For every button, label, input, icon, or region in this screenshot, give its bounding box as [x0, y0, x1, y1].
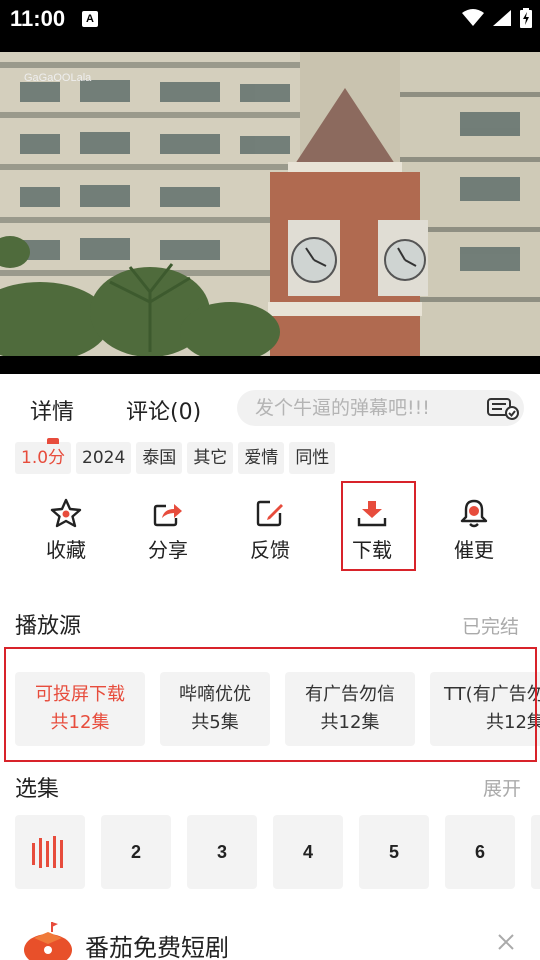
ad-banner[interactable]: 番茄免费短剧: [0, 910, 540, 960]
feedback-button[interactable]: 反馈: [230, 490, 310, 570]
share-label: 分享: [148, 538, 188, 562]
danmu-input[interactable]: [255, 396, 475, 420]
sources-title: 播放源: [15, 614, 82, 639]
video-bottom-bar: [0, 356, 540, 374]
notification-badge-icon: A: [82, 11, 98, 27]
genre-tag: 爱情: [238, 442, 285, 474]
status-time: 11:00: [10, 6, 66, 31]
episode-item[interactable]: 2: [101, 815, 171, 889]
episode-item[interactable]: 3: [187, 815, 257, 889]
completion-status: 已完结: [462, 616, 520, 638]
playing-bars-icon: [32, 836, 63, 868]
region-tag: 泰国: [136, 442, 183, 474]
tab-row: 详情 评论(0): [0, 378, 540, 438]
ad-title: 番茄免费短剧: [85, 934, 229, 960]
tag-list: 1.0分 2024 泰国 其它 爱情 同性: [15, 438, 336, 474]
episode-item[interactable]: 4: [273, 815, 343, 889]
video-watermark: GaGaOOLala: [24, 72, 92, 84]
action-row: 收藏 分享 反馈 下载 催更: [0, 490, 540, 572]
feedback-label: 反馈: [250, 538, 290, 562]
episode-playing[interactable]: [15, 815, 85, 889]
expand-button[interactable]: 展开: [483, 774, 521, 801]
genre-tag-2: 同性: [289, 442, 336, 474]
danmu-bar[interactable]: [237, 390, 524, 426]
category-tag: 其它: [187, 442, 234, 474]
close-icon[interactable]: [496, 932, 516, 952]
battery-charging-icon: [520, 8, 532, 28]
video-frame: GaGaOOLala: [0, 52, 540, 356]
tab-detail[interactable]: 详情: [30, 394, 74, 426]
episodes-title: 选集: [15, 777, 60, 802]
share-icon: [153, 504, 182, 527]
danmu-settings-icon[interactable]: [486, 396, 520, 420]
year-tag: 2024: [76, 442, 132, 474]
bell-icon: [460, 499, 488, 528]
share-button[interactable]: 分享: [128, 490, 208, 570]
remind-label: 催更: [454, 538, 494, 562]
wifi-icon: [462, 9, 484, 26]
episode-item-partial[interactable]: [531, 815, 540, 889]
tab-comments[interactable]: 评论(0): [126, 394, 201, 426]
edit-icon: [256, 500, 283, 527]
status-bar: 11:00 A: [0, 0, 540, 52]
favorite-button[interactable]: 收藏: [26, 490, 106, 570]
remind-button[interactable]: 催更: [434, 490, 514, 570]
video-player[interactable]: GaGaOOLala: [0, 52, 540, 356]
sources-highlight-box: [4, 647, 537, 762]
episode-item[interactable]: 5: [359, 815, 429, 889]
episode-item[interactable]: 6: [445, 815, 515, 889]
favorite-label: 收藏: [46, 538, 86, 562]
episode-list: 2 3 4 5 6: [15, 815, 540, 891]
signal-icon: [493, 10, 511, 26]
download-highlight-box: [341, 481, 416, 571]
rating-tag: 1.0分: [15, 438, 72, 474]
tomato-logo-icon: [24, 922, 72, 960]
star-icon: [50, 498, 82, 528]
